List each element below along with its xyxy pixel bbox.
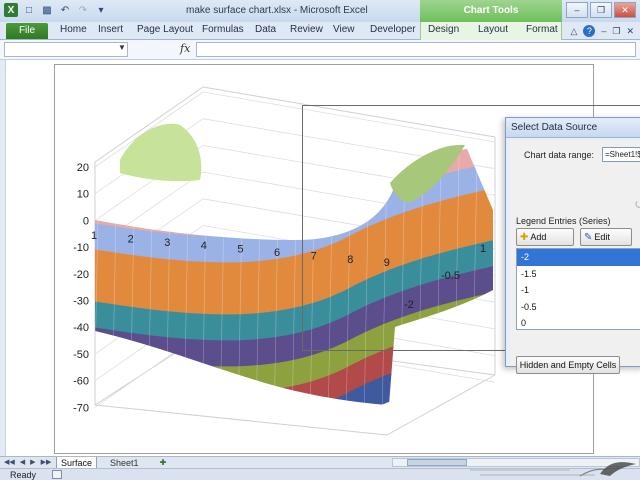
workbook-close-icon[interactable]: ✕ xyxy=(626,26,634,37)
insert-worksheet-icon[interactable]: ✚ xyxy=(156,457,170,468)
insert-function-icon[interactable]: fx xyxy=(180,42,190,55)
series-item[interactable]: -2 xyxy=(517,249,640,266)
tab-data[interactable]: Data xyxy=(255,24,276,35)
y-axis-tick-label: 0 xyxy=(83,215,89,227)
prev-sheet-icon[interactable]: ◀ xyxy=(20,457,25,468)
x-axis-tick-label: 2 xyxy=(128,233,134,245)
x-axis-tick-label: 7 xyxy=(311,250,317,262)
save-icon[interactable]: ▩ xyxy=(40,3,54,17)
window-controls: – ❐ ✕ xyxy=(566,2,636,18)
tab-page-layout[interactable]: Page Layout xyxy=(137,24,193,35)
help-icon[interactable]: ? xyxy=(583,25,596,37)
legend-entries-label: Legend Entries (Series) xyxy=(516,216,611,226)
x-axis-tick-label: 5 xyxy=(237,244,243,256)
undo-icon[interactable]: ↶ xyxy=(58,3,72,17)
depth-axis-tick-label: -2 xyxy=(404,299,414,311)
chart-tools-label: Chart Tools xyxy=(420,0,562,22)
ribbon-tabs: File Home Insert Page Layout Formulas Da… xyxy=(0,22,640,40)
y-axis-tick-label: -20 xyxy=(73,269,89,281)
redo-icon[interactable]: ↷ xyxy=(76,3,90,17)
y-axis-tick-label: 10 xyxy=(77,189,89,201)
workbook-minimize-icon[interactable]: – xyxy=(601,26,606,36)
tab-developer[interactable]: Developer xyxy=(370,24,416,35)
gridline xyxy=(202,91,496,143)
series-item[interactable]: -1 xyxy=(517,282,640,299)
dialog-title: Select Data Source xyxy=(506,118,640,138)
excel-logo-icon[interactable]: X xyxy=(4,3,18,17)
minimize-icon[interactable]: – xyxy=(566,2,588,18)
y-axis-tick-label: -30 xyxy=(73,296,89,308)
formula-input[interactable] xyxy=(196,42,636,57)
dialog-body: Chart data range: =Sheet1!$ ↺ Legend Ent… xyxy=(510,140,640,374)
name-box[interactable] xyxy=(4,42,128,57)
chart-data-range-label: Chart data range: xyxy=(524,150,595,160)
add-series-button[interactable]: ✚ Add xyxy=(516,228,574,246)
first-sheet-icon[interactable]: ◀◀ xyxy=(4,457,15,468)
status-ready-text: Ready xyxy=(10,470,37,480)
restore-icon[interactable]: ❐ xyxy=(590,2,612,18)
tab-file[interactable]: File xyxy=(6,23,48,39)
row-header-strip xyxy=(0,60,6,456)
minimize-ribbon-icon[interactable]: △ xyxy=(570,26,577,37)
x-axis-tick-label: 9 xyxy=(384,257,390,269)
add-series-icon: ✚ xyxy=(520,231,529,243)
title-bar: X □ ▩ ↶ ↷ ▾ make surface chart.xlsx - Mi… xyxy=(0,0,640,22)
sheet-nav-arrows: ◀◀ ◀ ▶ ▶▶ xyxy=(4,457,51,468)
chart-data-range-input[interactable]: =Sheet1!$ xyxy=(602,147,640,162)
depth-axis-tick-label: -0.5 xyxy=(441,270,460,282)
x-axis-tick-label: 4 xyxy=(201,240,207,252)
tab-layout[interactable]: Layout xyxy=(478,24,508,35)
y-axis-labels: 20 10 0 -10 -20 -30 -40 -50 -60 -70 xyxy=(73,162,89,414)
formula-bar: ▼ fx xyxy=(0,40,640,60)
next-sheet-icon[interactable]: ▶ xyxy=(30,457,35,468)
tab-design[interactable]: Design xyxy=(428,24,459,35)
series-item[interactable]: -1.5 xyxy=(517,266,640,283)
depth-axis-tick-label: 1 xyxy=(480,243,486,255)
help-controls: △ ? – ❐ ✕ xyxy=(570,25,634,37)
edit-series-label: Edit xyxy=(594,232,610,242)
last-sheet-icon[interactable]: ▶▶ xyxy=(41,457,52,468)
tab-view[interactable]: View xyxy=(333,24,355,35)
y-axis-tick-label: -50 xyxy=(73,349,89,361)
y-axis-tick-label: -60 xyxy=(73,376,89,388)
macro-record-icon[interactable] xyxy=(52,470,62,479)
y-axis-tick-label: 20 xyxy=(77,162,89,174)
tab-formulas[interactable]: Formulas xyxy=(202,24,244,35)
x-axis-tick-label: 1 xyxy=(91,230,97,242)
legend-series-list[interactable]: -2 -1.5 -1 -0.5 0 xyxy=(516,248,640,330)
x-axis-tick-label: 6 xyxy=(274,247,280,259)
y-axis-tick-label: -10 xyxy=(73,242,89,254)
series-item[interactable]: -0.5 xyxy=(517,299,640,316)
x-axis-tick-label: 3 xyxy=(164,237,170,249)
surface-peak-left xyxy=(120,123,202,182)
tab-insert[interactable]: Insert xyxy=(98,24,123,35)
switch-row-column-icon[interactable]: ↺ xyxy=(634,196,640,213)
add-series-label: Add xyxy=(530,232,547,242)
tab-format[interactable]: Format xyxy=(526,24,558,35)
y-axis-tick-label: -40 xyxy=(73,322,89,334)
edit-series-icon: ✎ xyxy=(584,231,593,243)
window-title: make surface chart.xlsx - Microsoft Exce… xyxy=(186,5,368,16)
quick-access-toolbar: X □ ▩ ↶ ↷ ▾ xyxy=(4,3,108,17)
close-icon[interactable]: ✕ xyxy=(614,2,636,18)
new-document-icon[interactable]: □ xyxy=(22,3,36,17)
workbook-restore-icon[interactable]: ❐ xyxy=(612,26,620,37)
hidden-empty-cells-button[interactable]: Hidden and Empty Cells xyxy=(516,356,620,374)
x-axis-tick-label: 8 xyxy=(347,254,353,266)
select-data-source-dialog: Select Data Source Chart data range: =Sh… xyxy=(505,117,640,374)
edit-series-button[interactable]: ✎ Edit xyxy=(580,228,632,246)
name-box-dropdown-icon[interactable]: ▼ xyxy=(118,43,126,52)
series-item[interactable]: 0 xyxy=(517,315,640,332)
university-logo-watermark xyxy=(470,462,636,477)
y-axis-tick-label: -70 xyxy=(73,402,89,414)
customize-qat-icon[interactable]: ▾ xyxy=(94,3,108,17)
tab-home[interactable]: Home xyxy=(60,24,87,35)
tab-review[interactable]: Review xyxy=(290,24,323,35)
